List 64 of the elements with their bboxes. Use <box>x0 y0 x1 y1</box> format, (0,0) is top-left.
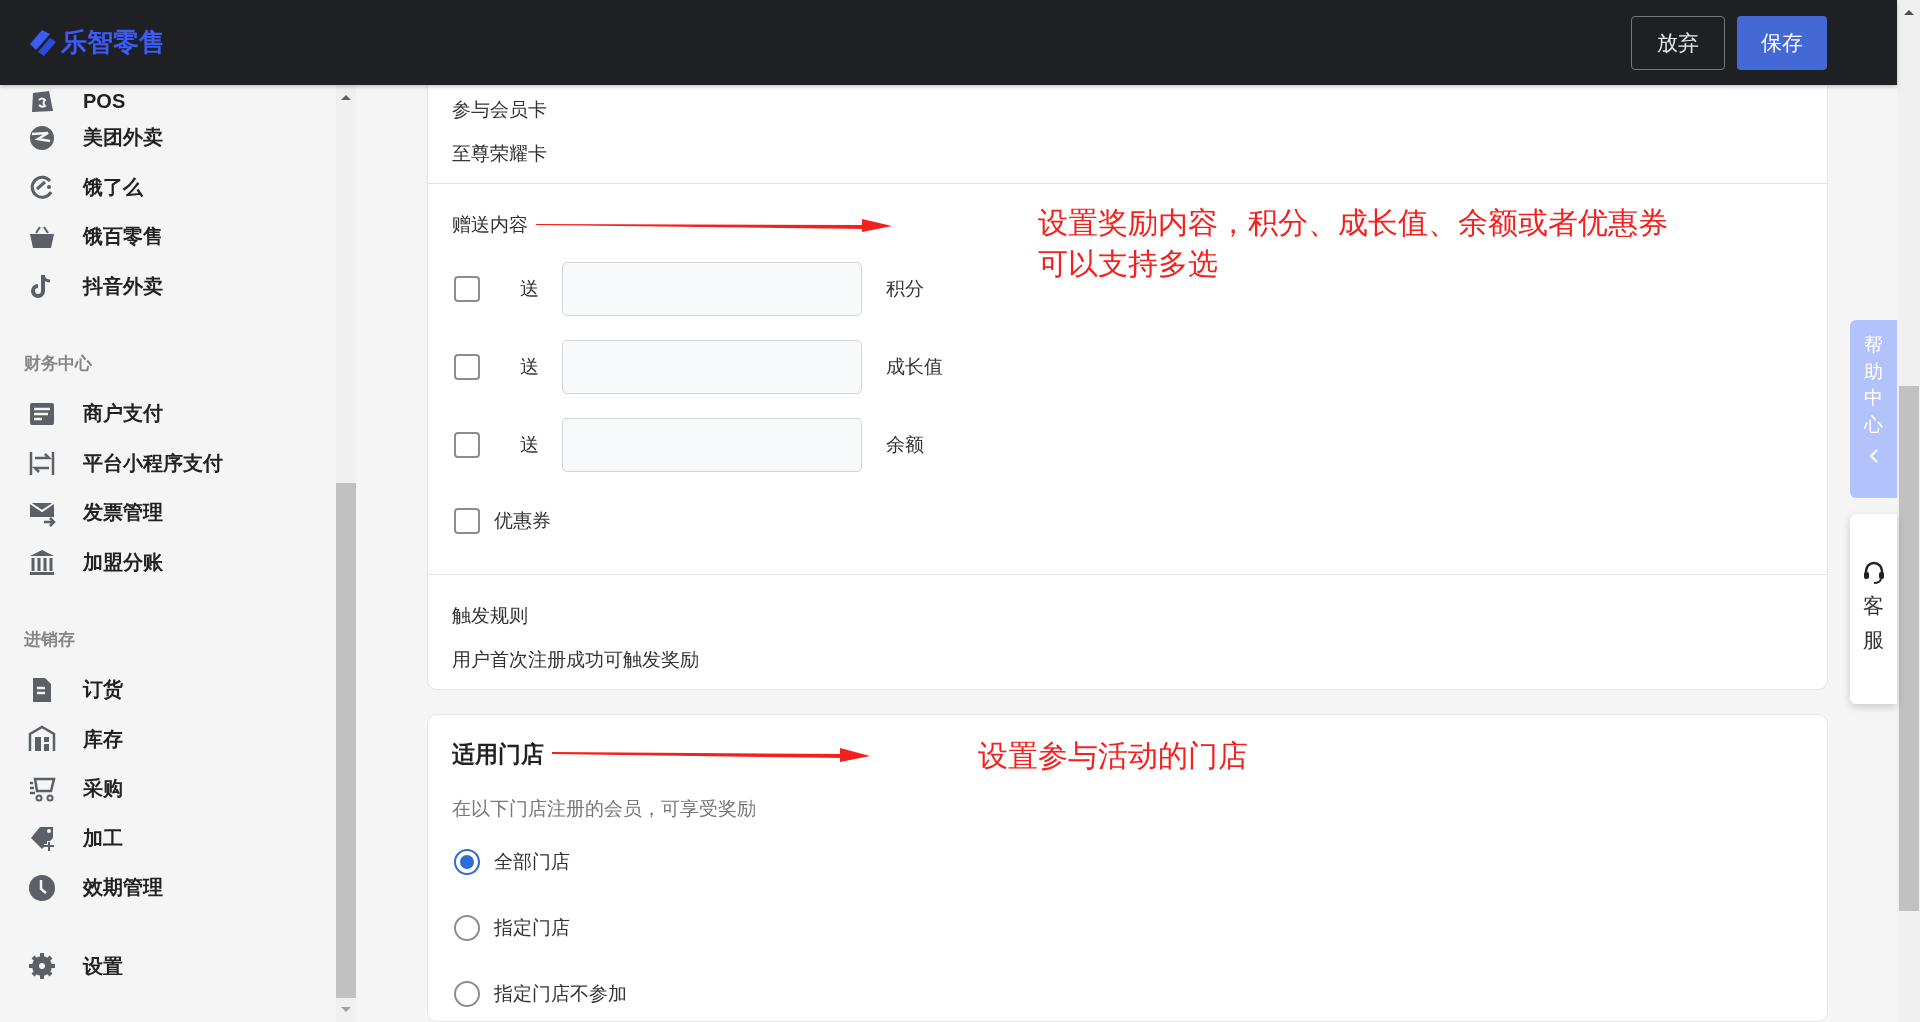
field-label: 触发规则 <box>452 604 529 628</box>
section-hint: 在以下门店注册的会员，可享受奖励 <box>452 797 757 821</box>
sidebar-scrollbar[interactable] <box>336 85 356 1022</box>
field-label: 参与会员卡 <box>452 98 548 122</box>
field-label: 送 <box>520 355 539 379</box>
sidebar-item[interactable]: 库存 <box>28 714 336 764</box>
section-title: 适用门店 <box>452 740 544 769</box>
radio-option[interactable]: 全部门店 <box>452 836 1803 888</box>
sidebar-item[interactable]: 饿百零售 <box>28 212 336 262</box>
checkbox[interactable] <box>454 354 480 380</box>
bank-icon <box>28 548 56 577</box>
customer-service-button[interactable]: 客服 <box>1850 514 1897 704</box>
unit-label: 积分 <box>886 277 924 301</box>
radio-button[interactable] <box>454 981 480 1007</box>
sidebar-item[interactable]: 加工 <box>28 813 336 863</box>
checkbox-label: 优惠券 <box>494 509 551 533</box>
sidebar-item[interactable]: 饿了么 <box>28 162 336 212</box>
field-value: 至尊荣耀卡 <box>452 142 548 166</box>
field-label: 送 <box>520 433 539 457</box>
tag-plus-icon <box>28 824 56 853</box>
gear-icon <box>28 952 56 981</box>
sidebar-item[interactable]: 设置 <box>28 941 336 991</box>
sidebar-item[interactable]: 效期管理 <box>28 863 336 913</box>
checkbox[interactable] <box>454 508 480 534</box>
sidebar-item[interactable]: 加盟分账 <box>28 537 336 587</box>
unit-label: 成长值 <box>886 355 943 379</box>
input-field[interactable] <box>562 262 862 316</box>
sidebar-item[interactable]: 采购 <box>28 764 336 814</box>
logo-icon <box>28 27 58 58</box>
sidebar-item[interactable]: 发票管理 <box>28 488 336 538</box>
field-label: 送 <box>520 277 539 301</box>
input-field[interactable] <box>562 340 862 394</box>
swap-arrows-icon <box>28 449 56 478</box>
radio-option[interactable]: 指定门店 <box>452 902 1803 954</box>
radio-button[interactable] <box>454 849 480 875</box>
sidebar-item[interactable]: POS <box>28 85 336 113</box>
chevron-left-icon <box>1868 448 1879 465</box>
sidebar-item[interactable]: 订货 <box>28 665 336 715</box>
scroll-up-icon[interactable] <box>340 93 352 101</box>
radio-button[interactable] <box>454 915 480 941</box>
input-field[interactable] <box>562 418 862 472</box>
checkbox[interactable] <box>454 432 480 458</box>
field-label: 赠送内容 <box>452 213 528 237</box>
headset-icon <box>1862 561 1885 586</box>
clock-icon <box>28 873 56 902</box>
sidebar-item[interactable]: 抖音外卖 <box>28 261 336 311</box>
unit-label: 余额 <box>886 433 924 457</box>
checkbox[interactable] <box>454 276 480 302</box>
scroll-down-icon[interactable] <box>340 1006 352 1014</box>
sidebar-section-title: 进销存 <box>24 629 76 651</box>
warehouse-icon <box>28 725 56 754</box>
annotation-text: 设置参与活动的门店 <box>978 738 1248 774</box>
field-value: 用户首次注册成功可触发奖励 <box>452 648 700 672</box>
radio-option[interactable]: 指定门店不参加 <box>452 968 1803 1020</box>
sidebar-section-title: 财务中心 <box>24 353 93 375</box>
sidebar-item[interactable]: 美团外卖 <box>28 113 336 163</box>
sidebar-item[interactable]: 商户支付 <box>28 389 336 439</box>
discard-button[interactable]: 放弃 <box>1631 15 1725 70</box>
save-button[interactable]: 保存 <box>1737 15 1827 70</box>
scroll-up-icon[interactable] <box>1902 8 1915 16</box>
sidebar-item[interactable]: 平台小程序支付 <box>28 438 336 488</box>
logo-text: 乐智零售 <box>61 26 165 59</box>
page-scrollbar[interactable] <box>1897 0 1920 1022</box>
annotation-text: 设置奖励内容，积分、成长值、余额或者优惠券 可以支持多选 <box>1038 205 1668 282</box>
